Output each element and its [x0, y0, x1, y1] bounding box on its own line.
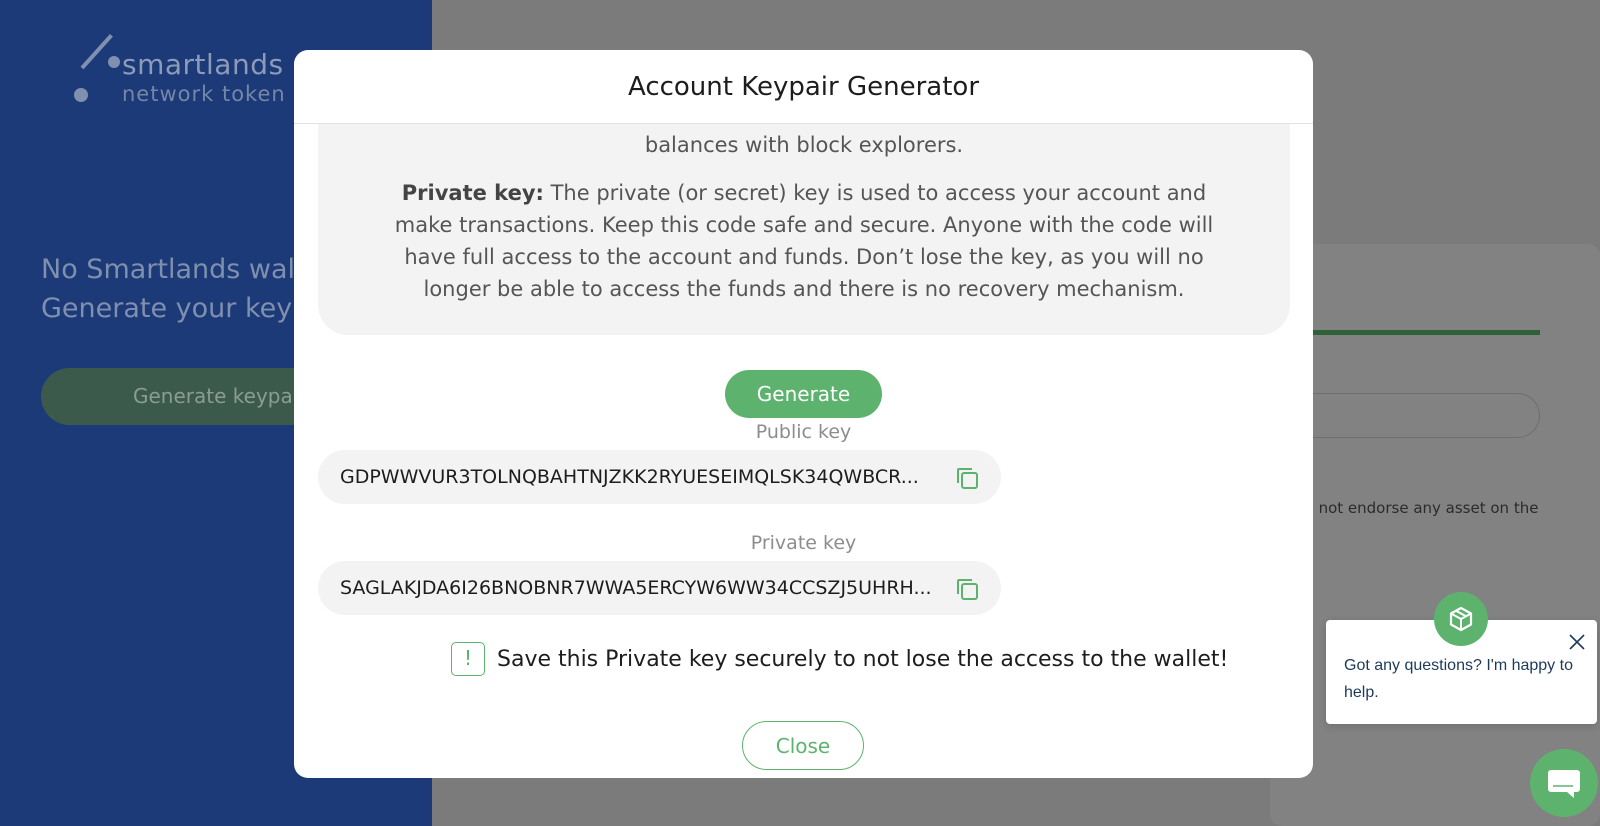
public-key-value: GDPWWVUR3TOLNQBAHTNJZKK2RYUESEIMQLSK34QW…	[340, 466, 919, 488]
chat-greeting-text: Got any questions? I'm happy to help.	[1344, 657, 1573, 701]
close-button[interactable]: Close	[742, 721, 864, 770]
background-disclaimer: s not endorse any asset on the	[1306, 499, 1539, 517]
private-key-label: Private key	[750, 532, 857, 554]
private-key-term: Private key:	[401, 181, 544, 205]
cube-icon	[1449, 606, 1473, 632]
chat-launcher-button[interactable]	[1530, 749, 1598, 817]
logo-node-icon	[74, 88, 88, 102]
no-wallet-message: No Smartlands walle Generate your keypa	[41, 250, 326, 328]
chat-icon	[1548, 770, 1580, 798]
close-icon[interactable]	[1567, 632, 1587, 652]
info-box: balances with block explorers. Private k…	[318, 124, 1290, 335]
copy-private-key-icon[interactable]	[954, 576, 980, 602]
chat-agent-avatar	[1434, 592, 1488, 646]
warning-text: Save this Private key securely to not lo…	[497, 646, 1229, 672]
modal-header: Account Keypair Generator	[294, 50, 1313, 124]
logo-node-icon	[108, 56, 120, 68]
background-progress-bar	[1290, 330, 1540, 335]
public-key-label: Public key	[755, 421, 852, 443]
warning-icon: !	[451, 642, 485, 676]
logo-name: smartlands	[122, 48, 284, 81]
keypair-generator-modal: Account Keypair Generator balances with …	[294, 50, 1313, 778]
modal-title: Account Keypair Generator	[627, 71, 980, 102]
private-key-value: SAGLAKJDA6I26BNOBNR7WWA5ERCYW6WW34CCSZJ5…	[340, 577, 932, 599]
logo-subtitle: network token	[122, 82, 286, 106]
copy-public-key-icon[interactable]	[954, 465, 980, 491]
no-wallet-line2: Generate your keypa	[41, 293, 326, 324]
no-wallet-line1: No Smartlands walle	[41, 254, 320, 285]
private-key-field[interactable]: SAGLAKJDA6I26BNOBNR7WWA5ERCYW6WW34CCSZJ5…	[318, 561, 1001, 615]
private-key-info: Private key: The private (or secret) key…	[374, 177, 1234, 305]
save-key-warning: ! Save this Private key securely to not …	[451, 642, 1228, 676]
public-key-info-tail: balances with block explorers.	[644, 133, 964, 157]
public-key-field[interactable]: GDPWWVUR3TOLNQBAHTNJZKK2RYUESEIMQLSK34QW…	[318, 450, 1001, 504]
generate-button[interactable]: Generate	[725, 370, 882, 418]
